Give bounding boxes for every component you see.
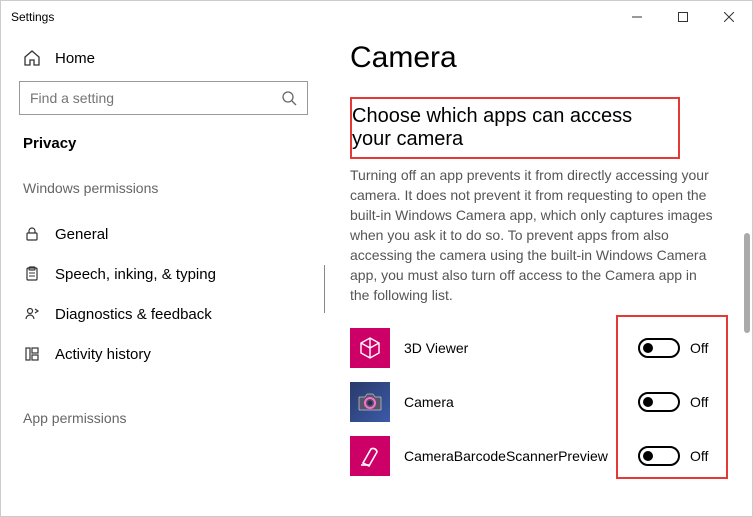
titlebar: Settings [1,1,752,33]
toggle-state: Off [690,340,720,356]
sidebar-item-label: Activity history [55,346,151,363]
sidebar-item-label: General [55,226,108,243]
camera-icon [350,382,390,422]
search-box[interactable] [19,81,308,115]
home-nav[interactable]: Home [19,41,308,81]
description-text: Turning off an app prevents it from dire… [350,165,720,305]
sidebar: Home Privacy Windows permissions General [1,33,326,516]
scrollbar-thumb[interactable] [744,233,750,333]
category-label: Privacy [19,131,308,180]
close-button[interactable] [706,1,752,33]
content-area: Home Privacy Windows permissions General [1,33,752,516]
sidebar-item-diagnostics[interactable]: Diagnostics & feedback [19,294,308,334]
toggle-state: Off [690,394,720,410]
page-subtitle: Choose which apps can access your camera [352,105,668,151]
history-icon [23,345,41,363]
app-label: Camera [404,394,624,410]
feedback-icon [23,305,41,323]
settings-window: Settings Home [0,0,753,517]
subtitle-highlight: Choose which apps can access your camera [350,97,680,159]
section-windows-permissions: Windows permissions [19,180,308,214]
lock-icon [23,225,41,243]
window-title: Settings [11,10,614,24]
main-panel: Camera Choose which apps can access your… [326,33,752,516]
sidebar-item-general[interactable]: General [19,214,308,254]
app-row-barcode: CameraBarcodeScannerPreview Off [350,429,720,483]
3d-viewer-icon [350,328,390,368]
app-label: CameraBarcodeScannerPreview [404,448,624,464]
search-icon [281,90,297,106]
toggle-group: Off [638,338,720,358]
app-row-camera: Camera Off [350,375,720,429]
app-row-3d-viewer: 3D Viewer Off [350,321,720,375]
app-label: 3D Viewer [404,340,624,356]
toggle-group: Off [638,446,720,466]
home-label: Home [55,50,95,67]
maximize-button[interactable] [660,1,706,33]
search-input[interactable] [30,90,281,106]
sidebar-item-activity[interactable]: Activity history [19,334,308,374]
sidebar-item-label: Speech, inking, & typing [55,266,216,283]
toggle-switch[interactable] [638,338,680,358]
sidebar-item-label: Diagnostics & feedback [55,306,212,323]
page-title: Camera [350,41,720,75]
home-icon [23,49,41,67]
toggle-switch[interactable] [638,392,680,412]
app-list: 3D Viewer Off Camera Off [350,321,720,483]
toggle-state: Off [690,448,720,464]
toggle-group: Off [638,392,720,412]
sidebar-item-speech[interactable]: Speech, inking, & typing [19,254,308,294]
window-controls [614,1,752,33]
section-app-permissions: App permissions [19,374,308,426]
toggle-switch[interactable] [638,446,680,466]
minimize-button[interactable] [614,1,660,33]
sidebar-scroll-indicator [324,265,325,313]
barcode-scanner-icon [350,436,390,476]
clipboard-icon [23,265,41,283]
